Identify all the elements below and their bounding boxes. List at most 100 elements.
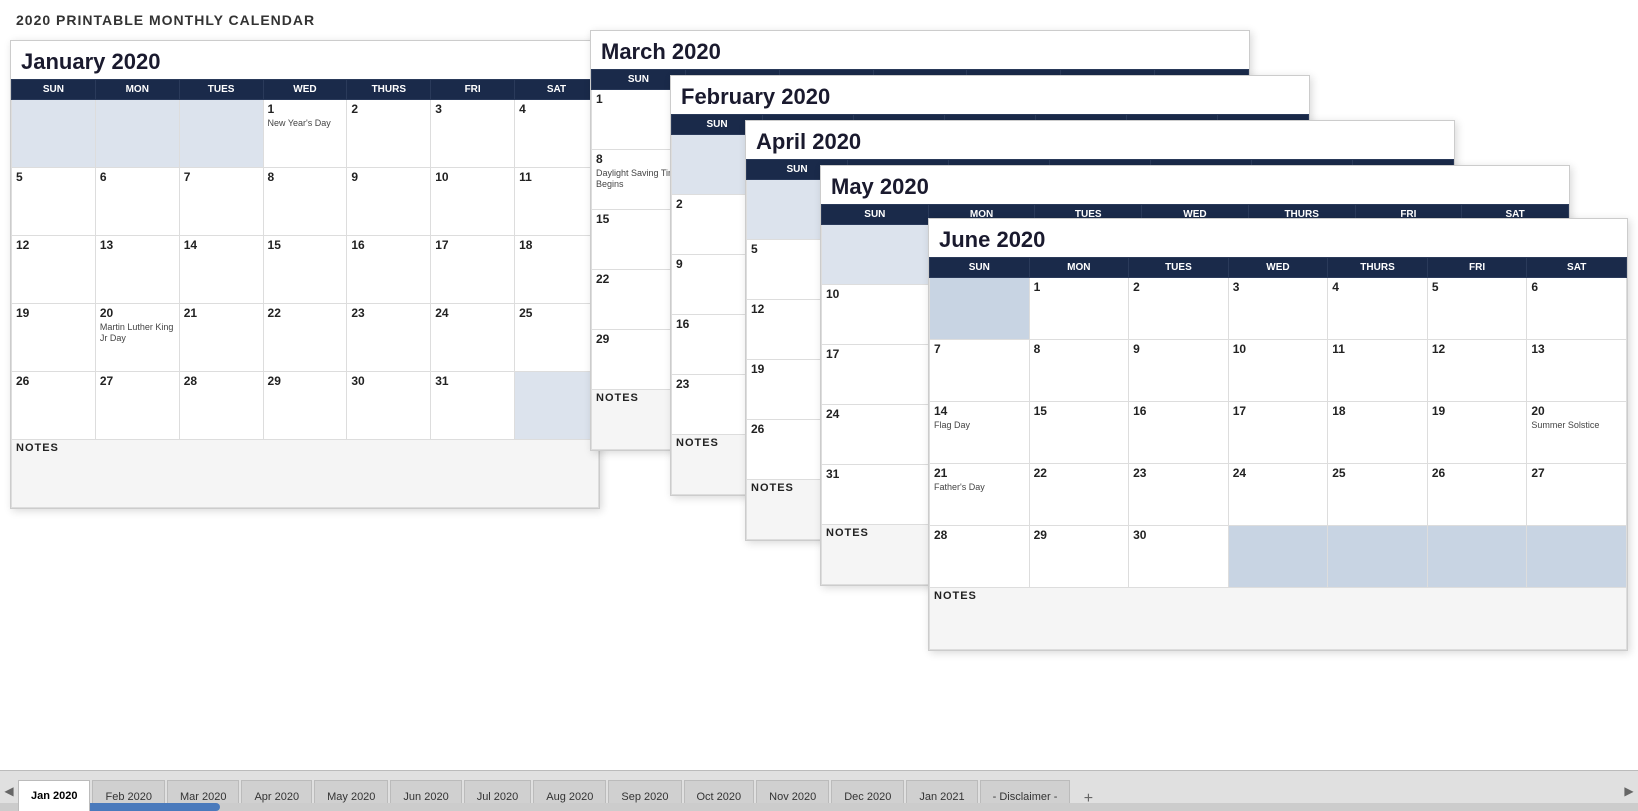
jan-wed-header: WED [263,80,347,100]
table-row: 19 [1427,402,1527,464]
table-row: 27 [95,372,179,440]
table-row [930,278,1030,340]
june-table: SUN MON TUES WED THURS FRI SAT 1 2 3 4 5 [929,257,1627,650]
jun-mon-header: MON [1029,258,1129,278]
table-row: 15 [263,236,347,304]
table-row: 7 [930,340,1030,402]
table-row: 7 [179,168,263,236]
table-row: 24 [1228,464,1328,526]
jan-thurs-header: THURS [347,80,431,100]
table-row: 5 [1427,278,1527,340]
table-row [1527,526,1627,588]
table-row: 23 [347,304,431,372]
table-row [1228,526,1328,588]
jun-wed-header: WED [1228,258,1328,278]
table-row: 11 [1328,340,1428,402]
table-row: 11 [515,168,599,236]
table-row [95,100,179,168]
main-area: 2020 PRINTABLE MONTHLY CALENDAR January … [0,0,1638,770]
table-row: 15 [1029,402,1129,464]
june-notes: NOTES [930,588,1627,650]
march-title: March 2020 [591,31,1249,69]
table-row: 17 [431,236,515,304]
jan-sun-header: SUN [12,80,96,100]
january-title: January 2020 [11,41,599,79]
table-row: 20Summer Solstice [1527,402,1627,464]
table-row: 31 [822,465,929,525]
april-title: April 2020 [746,121,1454,159]
table-row: 29 [263,372,347,440]
table-row: 6 [1527,278,1627,340]
tab-scrollbar-track [0,803,1638,811]
table-row: 20Martin Luther King Jr Day [95,304,179,372]
january-notes: NOTES [12,440,599,508]
table-row: 21Father's Day [930,464,1030,526]
table-row: 8 [263,168,347,236]
table-row: 25 [515,304,599,372]
table-row: 17 [822,345,929,405]
table-row [12,100,96,168]
table-row: 13 [1527,340,1627,402]
table-row: 2 [1129,278,1229,340]
table-row: 5 [12,168,96,236]
table-row: 24 [822,405,929,465]
table-row: 4 [515,100,599,168]
table-row: 17 [1228,402,1328,464]
table-row: 30 [347,372,431,440]
table-row: 26 [1427,464,1527,526]
table-row: 27 [1527,464,1627,526]
table-row: 24 [431,304,515,372]
january-table: SUN MON TUES WED THURS FRI SAT 1New Year… [11,79,599,508]
table-row: 13 [95,236,179,304]
table-row: 30 [1129,526,1229,588]
table-row: 6 [95,168,179,236]
table-row: 25 [1328,464,1428,526]
table-row: 29 [1029,526,1129,588]
jan-mon-header: MON [95,80,179,100]
table-row: 12 [12,236,96,304]
january-calendar: January 2020 SUN MON TUES WED THURS FRI … [10,40,600,509]
table-row: 21 [179,304,263,372]
table-row: 1 [1029,278,1129,340]
table-row: 9 [347,168,431,236]
table-row: 28 [930,526,1030,588]
table-row: 14Flag Day [930,402,1030,464]
table-row [1328,526,1428,588]
table-row: 28 [179,372,263,440]
jun-fri-header: FRI [1427,258,1527,278]
table-row: 4 [1328,278,1428,340]
table-row [179,100,263,168]
table-row: 2 [347,100,431,168]
table-row: 10 [1228,340,1328,402]
table-row: 1New Year's Day [263,100,347,168]
june-calendar: June 2020 SUN MON TUES WED THURS FRI SAT… [928,218,1628,651]
may-sun-header: SUN [822,205,929,225]
table-row: 18 [515,236,599,304]
table-row: 31 [431,372,515,440]
jan-fri-header: FRI [431,80,515,100]
table-row: 14 [179,236,263,304]
jun-sat-header: SAT [1527,258,1627,278]
table-row: 26 [12,372,96,440]
table-row: 12 [1427,340,1527,402]
jan-tues-header: TUES [179,80,263,100]
table-row [1427,526,1527,588]
table-row: 22 [1029,464,1129,526]
june-title: June 2020 [929,219,1627,257]
february-title: February 2020 [671,76,1309,114]
tab-bar: ◀ Jan 2020 Feb 2020 Mar 2020 Apr 2020 Ma… [0,770,1638,811]
table-row: 3 [1228,278,1328,340]
may-title: May 2020 [821,166,1569,204]
jun-thurs-header: THURS [1328,258,1428,278]
jun-tues-header: TUES [1129,258,1229,278]
tab-jan-2020[interactable]: Jan 2020 [18,780,90,811]
table-row: 8 [1029,340,1129,402]
table-row: 19 [12,304,96,372]
table-row: 9 [1129,340,1229,402]
table-row: 22 [263,304,347,372]
table-row: 18 [1328,402,1428,464]
table-row: 16 [347,236,431,304]
table-row: 16 [1129,402,1229,464]
page-title: 2020 PRINTABLE MONTHLY CALENDAR [16,12,1622,28]
table-row: 3 [431,100,515,168]
